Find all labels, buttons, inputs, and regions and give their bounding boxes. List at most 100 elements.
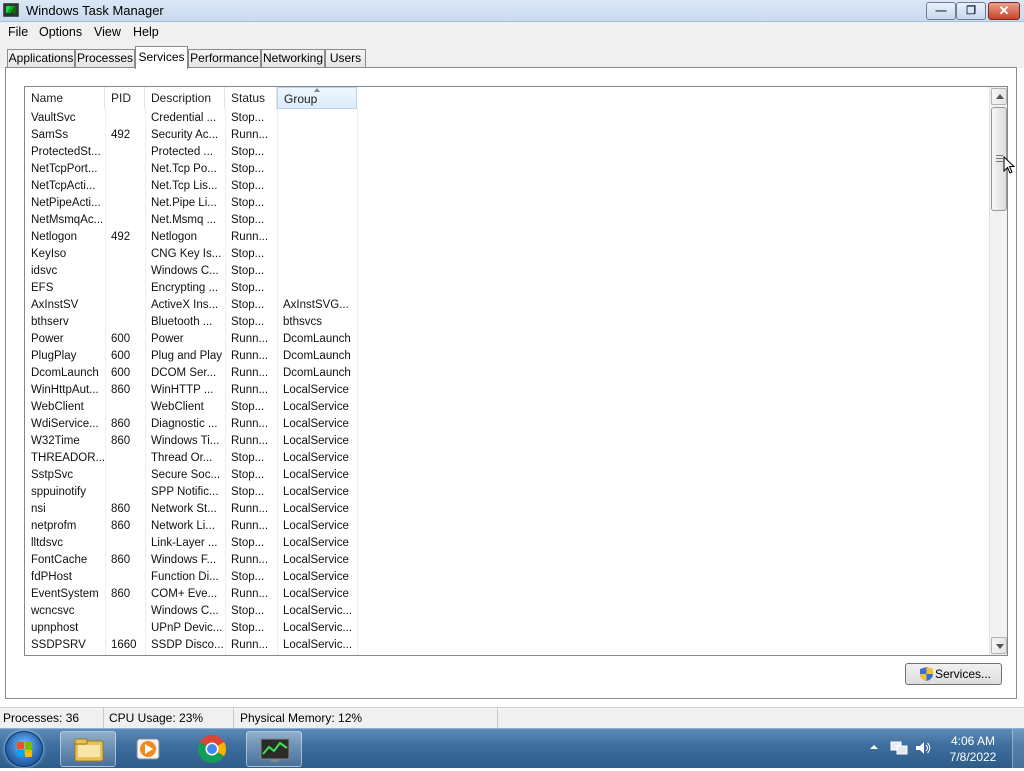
scroll-down-button[interactable] [991, 637, 1007, 654]
table-row[interactable]: FontCache 860 Windows F... Runn... LocalServ… [25, 552, 990, 569]
cell-description: Power [151, 333, 184, 345]
table-row[interactable]: AxInstSV ActiveX Ins... Stop... AxInstSVG..… [25, 297, 990, 314]
table-row[interactable]: NetPipeActi... Net.Pipe Li... Stop... [25, 195, 990, 212]
table-row[interactable]: ProtectedSt... Protected ... Stop... [25, 144, 990, 161]
menu-view[interactable]: View [94, 25, 121, 39]
cell-pid: 600 [111, 350, 131, 362]
table-row[interactable]: lltdsvc Link-Layer ... Stop... LocalService [25, 535, 990, 552]
cell-name: netprofm [31, 520, 77, 532]
cell-group: LocalService [283, 520, 349, 532]
table-row[interactable]: SstpSvc Secure Soc... Stop... LocalService [25, 467, 990, 484]
media-player-icon [136, 738, 160, 760]
show-desktop-button[interactable] [1012, 729, 1024, 769]
column-header-description[interactable]: Description [145, 87, 225, 109]
cell-group: LocalService [283, 571, 349, 583]
tab-services[interactable]: Services [135, 46, 188, 69]
tab-processes[interactable]: Processes [75, 49, 135, 68]
clock[interactable]: 4:06 AM 7/8/2022 [944, 733, 1002, 765]
title-bar[interactable]: Windows Task Manager — ❐ ✕ [0, 0, 1024, 22]
table-row[interactable]: wcncsvc Windows C... Stop... LocalServic... [25, 603, 990, 620]
column-header-name[interactable]: Name [25, 87, 105, 109]
table-row[interactable]: THREADOR... Thread Or... Stop... LocalServi… [25, 450, 990, 467]
cell-description: Function Di... [151, 571, 219, 583]
close-button[interactable]: ✕ [988, 2, 1020, 20]
menu-help[interactable]: Help [133, 25, 159, 39]
table-row[interactable]: WdiService... 860 Diagnostic ... Runn... Loc… [25, 416, 990, 433]
table-row[interactable]: idsvc Windows C... Stop... [25, 263, 990, 280]
table-row[interactable]: NetMsmqAc... Net.Msmq ... Stop... [25, 212, 990, 229]
table-row[interactable]: SamSs 492 Security Ac... Runn... [25, 127, 990, 144]
list-header: Name PID Description Status Group [25, 87, 990, 109]
cell-status: Stop... [231, 146, 265, 158]
cell-status: Stop... [231, 401, 265, 413]
services-panel: Name PID Description Status Group VaultS… [5, 67, 1017, 699]
column-header-group[interactable]: Group [277, 87, 357, 109]
tab-networking[interactable]: Networking [261, 49, 325, 68]
table-row[interactable]: NetTcpPort... Net.Tcp Po... Stop... [25, 161, 990, 178]
services-list[interactable]: Name PID Description Status Group VaultS… [24, 86, 1008, 656]
minimize-button[interactable]: — [926, 2, 956, 20]
grip-line [996, 161, 1003, 162]
volume-icon[interactable] [914, 740, 932, 756]
taskbar-media-player[interactable] [120, 731, 176, 767]
table-row[interactable]: nsi 860 Network St... Runn... LocalService [25, 501, 990, 518]
cell-description: Net.Tcp Po... [151, 163, 217, 175]
cell-pid [105, 263, 145, 280]
cell-name: ProtectedSt... [31, 146, 101, 158]
table-row[interactable]: bthserv Bluetooth ... Stop... bthsvcs [25, 314, 990, 331]
table-row[interactable]: netprofm 860 Network Li... Runn... LocalServ… [25, 518, 990, 535]
cell-name: lltdsvc [31, 537, 63, 549]
table-row[interactable]: KeyIso CNG Key Is... Stop... [25, 246, 990, 263]
tab-applications[interactable]: Applications [7, 49, 75, 68]
cell-status: Stop... [231, 282, 265, 294]
table-row[interactable]: fdPHost Function Di... Stop... LocalService [25, 569, 990, 586]
clock-date: 7/8/2022 [949, 750, 997, 764]
cell-pid: 860 [111, 503, 131, 515]
scroll-up-button[interactable] [991, 88, 1007, 105]
table-row[interactable]: sppuinotify SPP Notific... Stop... LocalSer… [25, 484, 990, 501]
column-header-pid[interactable]: PID [105, 87, 145, 109]
status-processes: Processes: 36 [0, 708, 104, 729]
cell-pid [105, 603, 145, 620]
column-header-status[interactable]: Status [225, 87, 277, 109]
table-row[interactable]: DcomLaunch 600 DCOM Ser... Runn... DcomLaunc… [25, 365, 990, 382]
taskbar-file-explorer[interactable] [60, 731, 116, 767]
cell-description: Network St... [151, 503, 217, 515]
chrome-icon [198, 735, 226, 763]
cell-description: WinHTTP ... [151, 384, 214, 396]
tab-performance[interactable]: Performance [188, 49, 261, 68]
menu-options[interactable]: Options [39, 25, 82, 39]
table-row[interactable]: SSDPSRV 1660 SSDP Disco... Runn... LocalServ… [25, 637, 990, 654]
cell-group: LocalService [283, 435, 349, 447]
table-row[interactable]: W32Time 860 Windows Ti... Runn... LocalServi… [25, 433, 990, 450]
show-hidden-icons-icon[interactable] [869, 742, 879, 752]
cell-status: Runn... [231, 418, 269, 430]
cell-description: Secure Soc... [151, 469, 221, 481]
maximize-button[interactable]: ❐ [956, 2, 986, 20]
cell-status: Stop... [231, 316, 265, 328]
table-row[interactable]: Netlogon 492 Netlogon Runn... [25, 229, 990, 246]
menu-file[interactable]: File [8, 25, 28, 39]
services-button[interactable]: Services... [905, 663, 1002, 685]
cell-status: Runn... [231, 350, 269, 362]
table-row[interactable]: Power 600 Power Runn... DcomLaunch [25, 331, 990, 348]
table-row[interactable]: WinHttpAut... 860 WinHTTP ... Runn... LocalS… [25, 382, 990, 399]
table-row[interactable]: WebClient WebClient Stop... LocalService [25, 399, 990, 416]
tab-users[interactable]: Users [325, 49, 366, 68]
network-icon[interactable] [890, 740, 908, 756]
cell-status: Runn... [231, 384, 269, 396]
cell-name: NetTcpPort... [31, 163, 98, 175]
table-row[interactable]: EFS Encrypting ... Stop... [25, 280, 990, 297]
cell-pid: 860 [111, 588, 131, 600]
table-row[interactable]: EventSystem 860 COM+ Eve... Runn... LocalSer… [25, 586, 990, 603]
taskbar-chrome[interactable] [184, 731, 240, 767]
start-button[interactable] [5, 731, 43, 767]
table-row[interactable]: PlugPlay 600 Plug and Play Runn... DcomLaunc… [25, 348, 990, 365]
table-row[interactable]: upnphost UPnP Devic... Stop... LocalServic.… [25, 620, 990, 637]
cell-group: LocalService [283, 401, 349, 413]
cell-pid: 600 [111, 367, 131, 379]
table-row[interactable]: VaultSvc Credential ... Stop... [25, 110, 990, 127]
taskbar-task-manager[interactable] [246, 731, 302, 767]
cell-description: SPP Notific... [151, 486, 219, 498]
table-row[interactable]: NetTcpActi... Net.Tcp Lis... Stop... [25, 178, 990, 195]
